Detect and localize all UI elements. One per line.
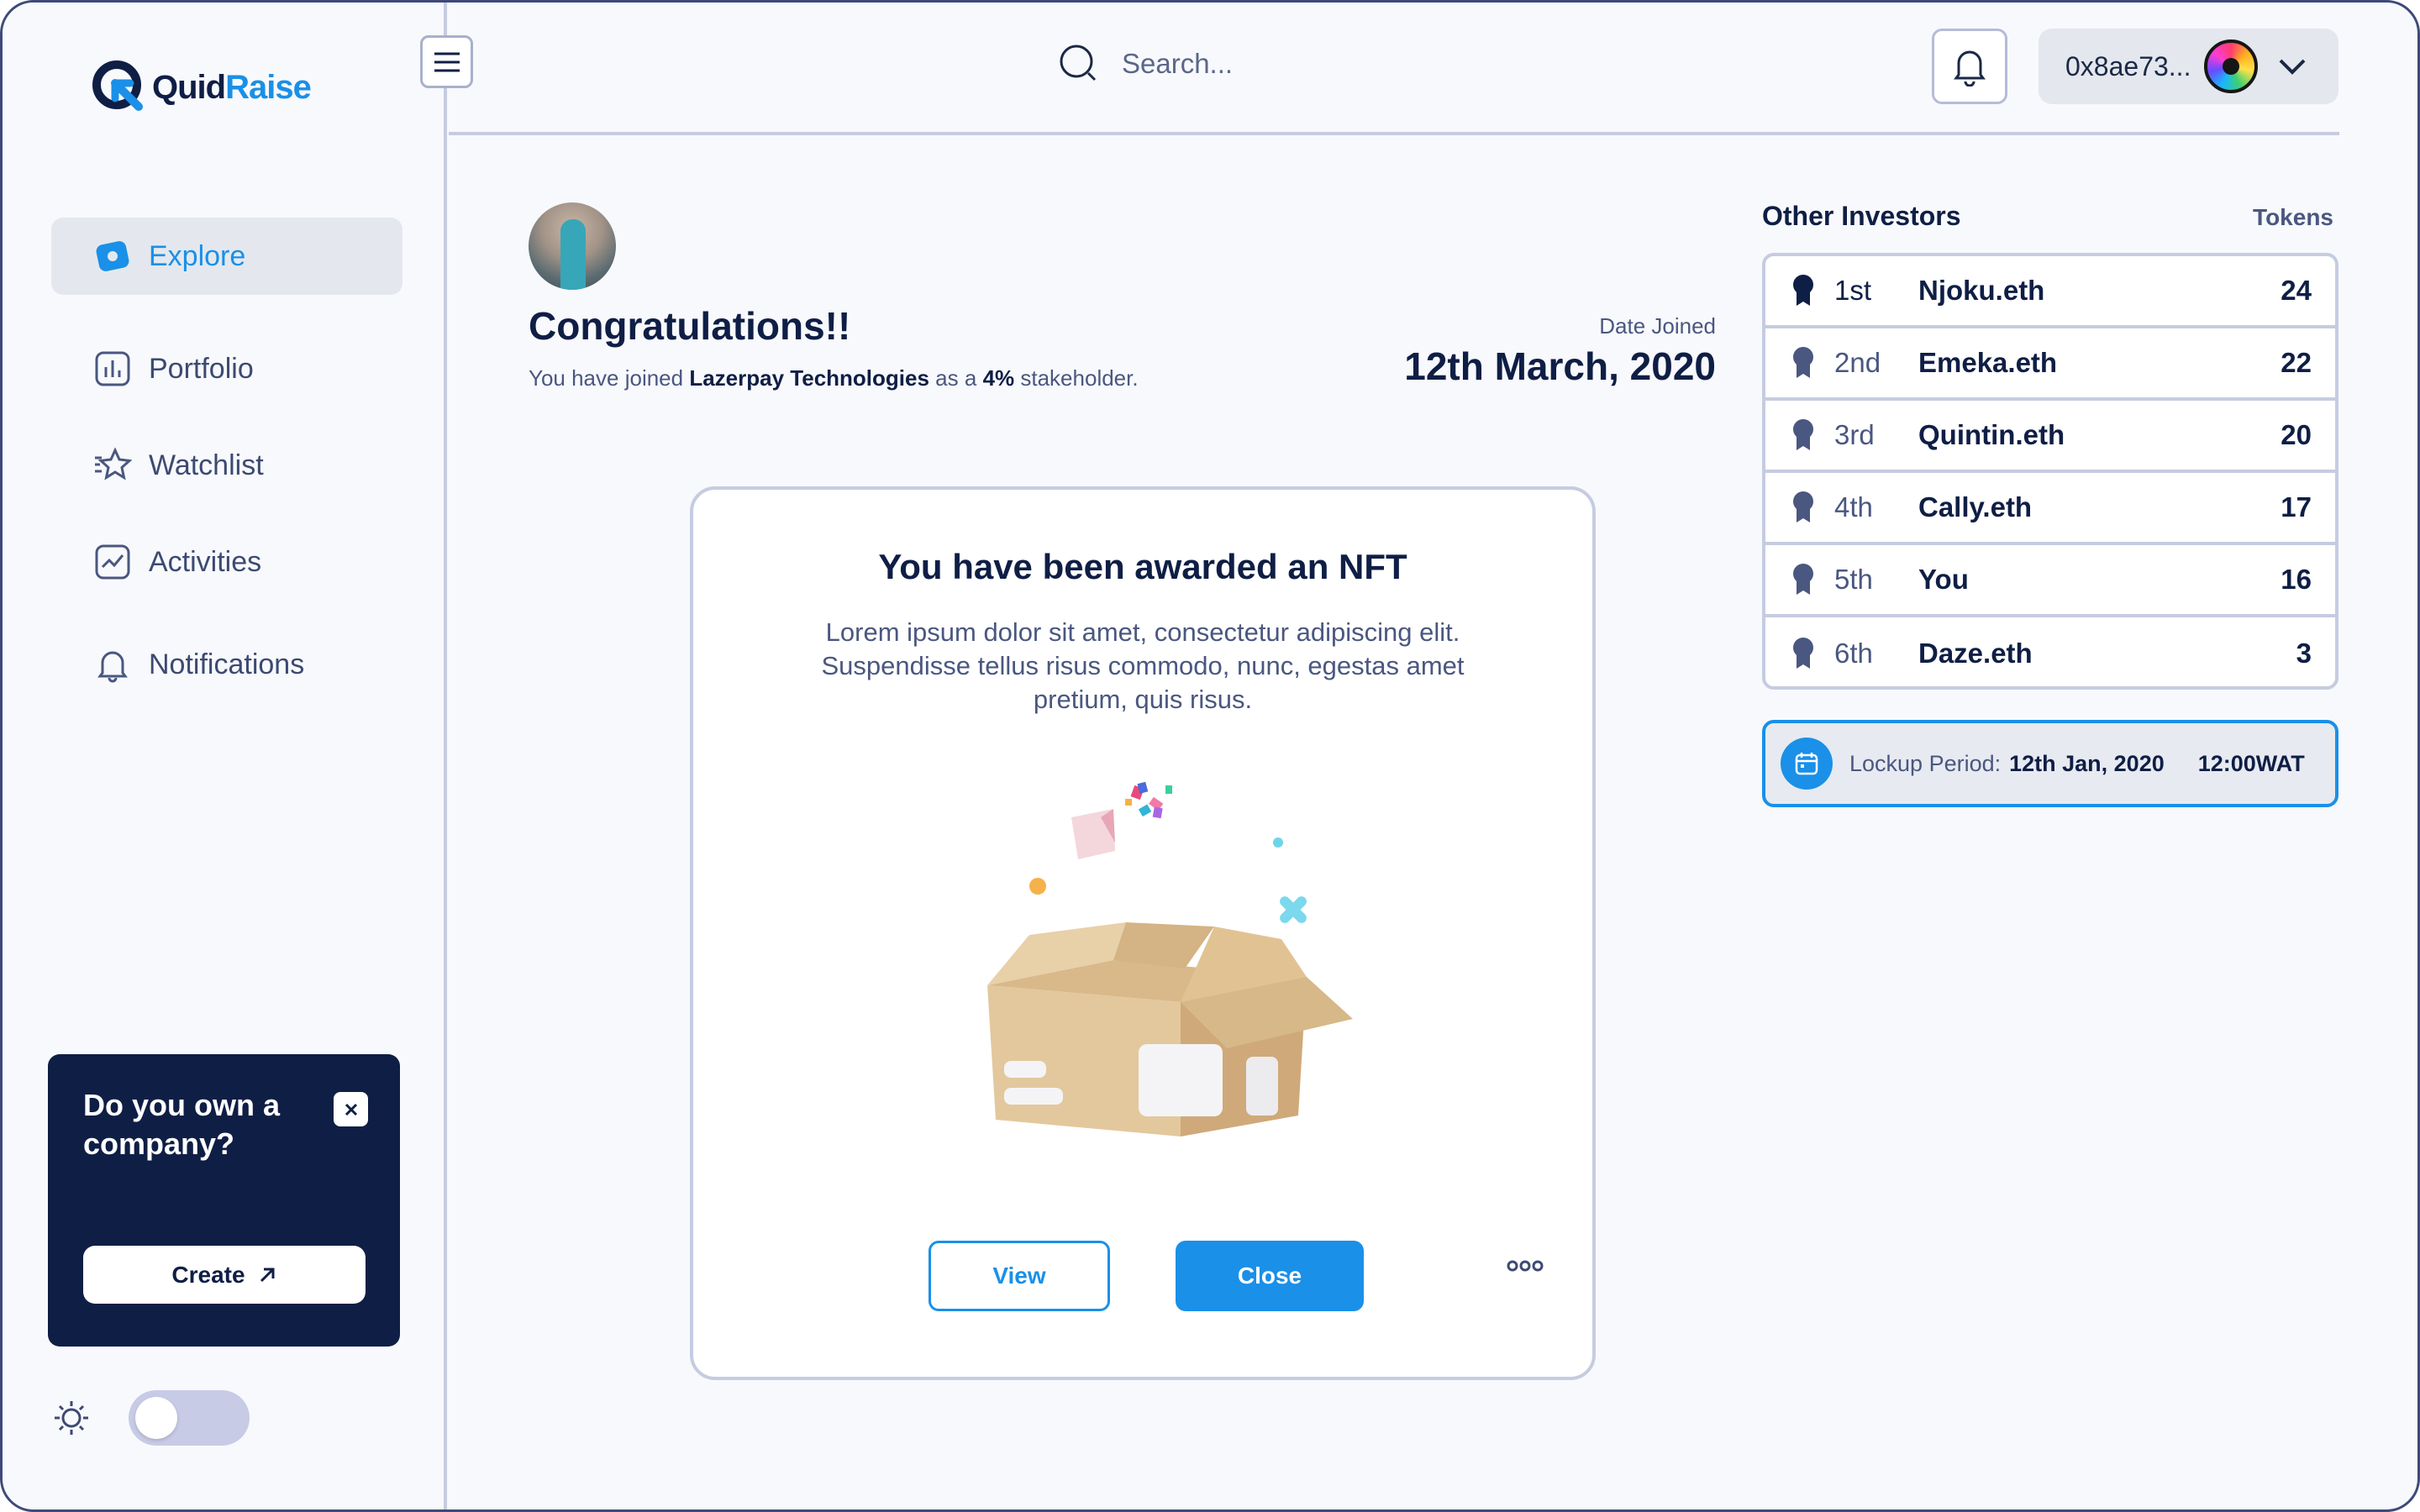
more-options-icon[interactable] <box>1507 1259 1544 1273</box>
notifications-button[interactable] <box>1932 29 2007 104</box>
create-button[interactable]: Create <box>83 1246 366 1304</box>
sun-icon <box>55 1401 88 1435</box>
list-item[interactable]: 3rd Quintin.eth 20 <box>1765 401 2335 473</box>
wallet-dropdown[interactable]: 0x8ae73... <box>2039 29 2338 104</box>
tokens-column-header: Tokens <box>2253 204 2333 230</box>
sidebar-item-label: Portfolio <box>149 352 254 385</box>
investors-title: Other Investors <box>1762 201 1961 231</box>
investor-rank: 2nd <box>1834 347 1881 378</box>
logo-text: QuidRaise <box>152 68 312 106</box>
investor-name: Njoku.eth <box>1918 275 2045 306</box>
list-item[interactable]: 4th Cally.eth 17 <box>1765 473 2335 545</box>
nft-award-card: You have been awarded an NFT Lorem ipsum… <box>690 486 1596 1380</box>
lockup-label: Lockup Period: <box>1849 750 2002 776</box>
investor-name: Cally.eth <box>1918 491 2033 522</box>
investor-name: Emeka.eth <box>1918 347 2058 378</box>
medal-icon <box>1793 275 1813 306</box>
view-button[interactable]: View <box>929 1241 1110 1311</box>
theme-toggle-row <box>51 1390 250 1446</box>
sidebar-item-label: Activities <box>149 545 262 578</box>
toggle-knob <box>135 1397 177 1439</box>
search-icon <box>1060 45 1097 81</box>
congrats-subtitle: You have joined Lazerpay Technologies as… <box>529 365 1139 391</box>
sidebar-item-watchlist[interactable]: Watchlist <box>51 427 402 504</box>
sidebar: QuidRaise Explore Portfolio Watchlist Ac… <box>3 3 447 1509</box>
lockup-date: 12th Jan, 2020 <box>2009 750 2165 776</box>
bell-icon <box>1954 50 1986 87</box>
company-avatar <box>529 202 616 290</box>
sidebar-item-activities[interactable]: Activities <box>51 523 402 601</box>
promo-text: Do you own a company? <box>83 1088 280 1161</box>
date-joined-value: 12th March, 2020 <box>1404 344 1716 388</box>
logo-icon <box>92 60 143 111</box>
stake-percent: 4% <box>982 365 1015 391</box>
investor-rank: 4th <box>1834 491 1873 522</box>
close-button[interactable]: Close <box>1176 1241 1364 1311</box>
investor-tokens: 17 <box>2281 491 2312 522</box>
investor-tokens: 3 <box>2296 638 2312 669</box>
search-input[interactable]: Search... <box>1122 48 1233 80</box>
sidebar-item-label: Explore <box>149 239 246 272</box>
promo-close-button[interactable] <box>334 1092 368 1126</box>
list-item[interactable]: 1st Njoku.eth 24 <box>1765 256 2335 328</box>
investor-tokens: 22 <box>2281 347 2312 378</box>
explore-icon <box>93 237 132 276</box>
sidebar-item-notifications[interactable]: Notifications <box>51 626 402 703</box>
nft-award-title: You have been awarded an NFT <box>878 547 1407 586</box>
investor-rank: 6th <box>1834 638 1873 669</box>
chevron-down-icon <box>2280 59 2306 75</box>
sidebar-item-label: Notifications <box>149 648 305 680</box>
create-company-promo: Do you own a company? Create <box>48 1054 400 1347</box>
lockup-time: 12:00WAT <box>2197 750 2305 776</box>
bell-icon <box>93 645 132 684</box>
investor-tokens: 16 <box>2281 564 2312 595</box>
investors-list: 1st Njoku.eth 24 2nd Emeka.eth 22 3rd Qu… <box>1762 253 2338 690</box>
medal-icon <box>1793 347 1813 378</box>
gift-box-illustration <box>987 781 1353 1137</box>
investor-name: Daze.eth <box>1918 638 2033 669</box>
close-icon <box>345 1103 357 1116</box>
activity-chart-icon <box>93 543 132 581</box>
congrats-title: Congratulations!! <box>529 304 851 348</box>
lockup-period-card: Lockup Period: 12th Jan, 2020 12:00WAT <box>1762 720 2338 807</box>
header-divider <box>449 132 2339 135</box>
investor-tokens: 24 <box>2281 275 2312 306</box>
menu-toggle-button[interactable] <box>420 35 473 88</box>
wallet-address: 0x8ae73... <box>2065 50 2191 81</box>
sidebar-item-label: Watchlist <box>149 449 264 481</box>
nft-award-description: Lorem ipsum dolor sit amet, consectetur … <box>821 617 1465 714</box>
investor-name: You <box>1918 564 1969 595</box>
medal-icon <box>1793 491 1813 522</box>
company-name: Lazerpay Technologies <box>689 365 929 391</box>
search-bar[interactable]: Search... <box>1058 43 1233 85</box>
hamburger-icon <box>434 52 460 71</box>
investor-rank: 3rd <box>1834 419 1875 450</box>
sidebar-item-portfolio[interactable]: Portfolio <box>51 330 402 407</box>
medal-icon <box>1793 419 1813 450</box>
sidebar-item-explore[interactable]: Explore <box>51 218 402 295</box>
investor-tokens: 20 <box>2281 419 2312 450</box>
portfolio-icon <box>93 349 132 388</box>
list-item[interactable]: 2nd Emeka.eth 22 <box>1765 328 2335 401</box>
list-item[interactable]: 6th Daze.eth 3 <box>1765 617 2335 686</box>
date-joined-label: Date Joined <box>1599 313 1716 339</box>
create-button-label: Create <box>171 1261 245 1288</box>
wallet-avatar <box>2204 39 2259 93</box>
theme-toggle[interactable] <box>129 1390 250 1446</box>
logo[interactable]: QuidRaise <box>90 58 312 117</box>
investor-rank: 1st <box>1834 275 1872 306</box>
calendar-icon <box>1781 738 1833 790</box>
medal-icon <box>1793 638 1813 669</box>
star-icon <box>93 446 132 485</box>
investor-name: Quintin.eth <box>1918 419 2065 450</box>
medal-icon <box>1793 564 1813 595</box>
list-item[interactable]: 5th You 16 <box>1765 545 2335 617</box>
investor-rank: 5th <box>1834 564 1873 595</box>
app-window: QuidRaise Explore Portfolio Watchlist Ac… <box>0 0 2420 1512</box>
arrow-up-right-icon <box>260 1268 275 1282</box>
